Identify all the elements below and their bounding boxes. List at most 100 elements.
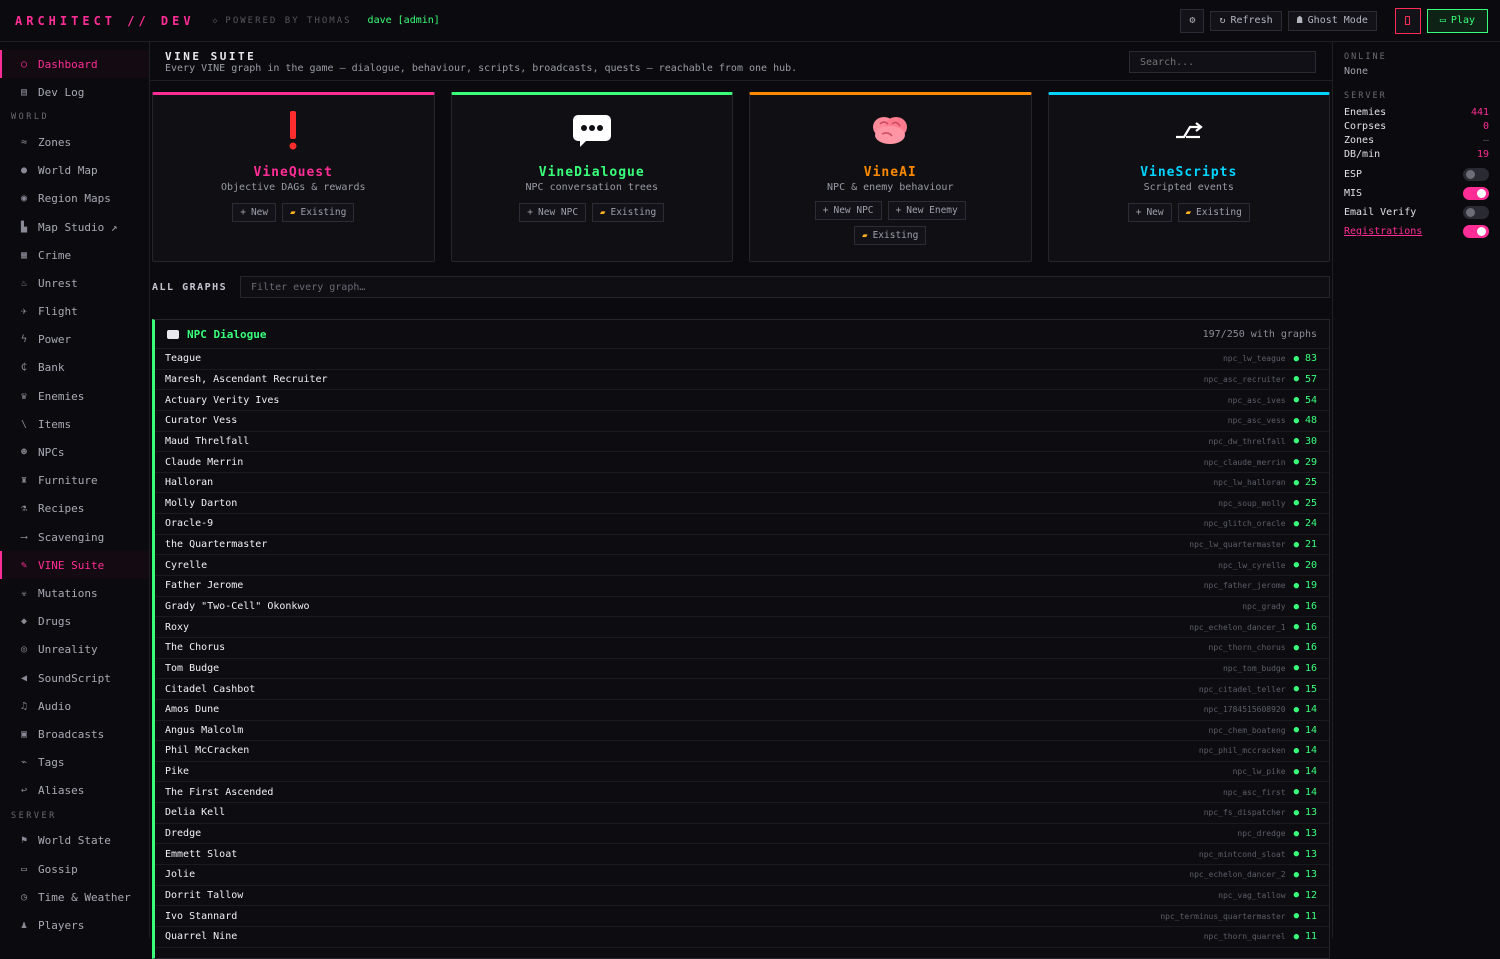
stop-button[interactable] (1394, 7, 1421, 34)
sidebar-item-recipes[interactable]: ⚗ Recipes (0, 495, 149, 523)
sidebar-item-enemies[interactable]: ♛ Enemies (0, 382, 149, 410)
stat-value: 19 (1476, 148, 1489, 160)
table-row[interactable]: Grady "Two-Cell" Okonkwo npc_grady ● 16 (155, 597, 1329, 618)
sidebar-item-map-studio[interactable]: ▙ Map Studio ↗ (0, 213, 149, 241)
panel-count: 197/250 with graphs (1202, 328, 1317, 340)
table-row[interactable]: Teague npc_lw_teague ● 83 (155, 349, 1329, 370)
table-row[interactable]: the Quartermaster npc_lw_quartermaster ● 21 (155, 535, 1329, 556)
sidebar-item-unrest[interactable]: ♨ Unrest (0, 269, 149, 297)
graph-count: 14 (1305, 766, 1318, 778)
table-row[interactable]: Amos Dune npc_1784515608920 ● 14 (155, 700, 1329, 721)
sidebar-item-npcs[interactable]: ☻ NPCs (0, 438, 149, 466)
table-row[interactable]: Delia Kell npc_fs_dispatcher ● 13 (155, 803, 1329, 824)
sidebar-item-time-weather[interactable]: ◷ Time & Weather (0, 883, 149, 911)
table-row[interactable]: Quarrel Nine npc_thorn_quarrel ● 11 (155, 927, 1329, 948)
table-row[interactable]: Maresh, Ascendant Recruiter npc_asc_recru… (155, 370, 1329, 391)
card-vinescripts[interactable]: VineScripts Scripted events + New ▰ Existi… (1047, 92, 1330, 262)
toggle-switch[interactable] (1463, 187, 1489, 200)
play-button[interactable]: ▭ Play (1426, 8, 1488, 33)
table-row[interactable]: Ivo Stannard npc_terminus_quartermaster ● 1… (155, 906, 1329, 927)
sidebar-item-scavenging[interactable]: ⟶ Scavenging (0, 523, 149, 551)
table-row[interactable]: Father Jerome npc_father_jerome ● 19 (155, 576, 1329, 597)
table-row[interactable]: Roxy npc_echelon_dancer_1 ● 16 (155, 617, 1329, 638)
existing-quest-button[interactable]: ▰ Existing (282, 203, 355, 222)
table-row[interactable]: Emmett Sloat npc_mintcond_sloat ● 13 (155, 844, 1329, 866)
sidebar-item-broadcasts[interactable]: ▣ Broadcasts (0, 720, 149, 748)
all-graphs-bar: ALL GRAPHS Filter every graph… (152, 276, 1330, 298)
sidebar-item-drugs[interactable]: ◆ Drugs (0, 608, 149, 636)
new-npc-ai-button[interactable]: + New NPC (814, 201, 882, 220)
table-row[interactable]: Angus Malcolm npc_chem_boateng ● 14 (155, 721, 1329, 742)
sidebar-item-world-map[interactable]: ● World Map (0, 157, 149, 185)
table-row[interactable]: The First Ascended npc_asc_first ● 14 (155, 782, 1329, 804)
sidebar-item-mutations[interactable]: ☣ Mutations (0, 579, 149, 607)
sidebar-item-power[interactable]: ϟ Power (0, 326, 149, 354)
status-panel: ONLINE None SERVER Enemies 441 Corpses 0 Zon… (1332, 42, 1500, 938)
card-vinedialogue[interactable]: VineDialogue NPC conversation trees + New… (450, 92, 733, 262)
sidebar-item-world-state[interactable]: ⚑ World State (0, 827, 149, 855)
table-row[interactable]: Actuary Verity Ives npc_asc_ives ● 54 (155, 390, 1329, 411)
button-label: New (250, 207, 269, 218)
table-row[interactable]: Pike npc_lw_pike ● 14 (155, 762, 1329, 783)
table-row[interactable]: Dorrit Tallow npc_vag_tallow ● 12 (155, 886, 1329, 907)
search-input[interactable] (1129, 51, 1316, 73)
toggle-switch[interactable] (1463, 225, 1489, 238)
brain-icon (870, 101, 910, 161)
status-dot-icon: ● (1293, 828, 1299, 839)
sidebar-item-bank[interactable]: ₵ Bank (0, 354, 149, 382)
card-vineai[interactable]: VineAI NPC & enemy behaviour + New NPC + N… (749, 92, 1032, 262)
server-title: SERVER (1344, 91, 1387, 101)
existing-ai-button[interactable]: ▰ Existing (854, 226, 927, 245)
table-row[interactable]: Citadel Cashbot npc_citadel_teller ● 15 (155, 679, 1329, 700)
sidebar-item-players[interactable]: ♟ Players (0, 911, 149, 939)
toggle-row: ESP (1344, 165, 1489, 184)
ghost-mode-button[interactable]: ☗ Ghost Mode (1287, 10, 1377, 31)
button-label: New NPC (538, 207, 579, 218)
new-enemy-ai-button[interactable]: + New Enemy (887, 201, 966, 220)
sidebar-item-dev-log[interactable]: ▤ Dev Log (0, 78, 149, 106)
sidebar-item-dashboard[interactable]: ○ Dashboard (0, 50, 149, 79)
npc-name: Father Jerome (165, 580, 244, 592)
table-row[interactable]: Claude Merrin npc_claude_merrin ● 29 (155, 452, 1329, 473)
table-row[interactable]: Phil McCracken npc_phil_mccracken ● 14 (155, 741, 1329, 762)
sidebar-item-unreality[interactable]: ◎ Unreality (0, 636, 149, 664)
sidebar-item-tags[interactable]: ⌁ Tags (0, 749, 149, 777)
new-npc-dialogue-button[interactable]: + New NPC (519, 203, 587, 222)
sidebar-item-aliases[interactable]: ↩ Aliases (0, 777, 149, 805)
sidebar-item-items[interactable]: \ Items (0, 410, 149, 438)
table-row[interactable]: Dredge npc_dredge ● 13 (155, 824, 1329, 845)
new-script-button[interactable]: + New (1127, 203, 1172, 222)
sidebar-item-zones[interactable]: ≈ Zones (0, 128, 149, 156)
sidebar-item-flight[interactable]: ✈ Flight (0, 298, 149, 326)
npc-id: npc_vag_tallow (1218, 890, 1286, 900)
toggle-switch[interactable] (1463, 206, 1489, 219)
card-vinequest[interactable]: VineQuest Objective DAGs & rewards + New … (152, 92, 435, 262)
refresh-button[interactable]: ↻ Refresh (1210, 10, 1282, 31)
table-row[interactable]: Jolie npc_echelon_dancer_2 ● 13 (155, 865, 1329, 886)
table-row[interactable]: The Chorus npc_thorn_chorus ● 16 (155, 638, 1329, 659)
toggle-switch[interactable] (1463, 168, 1489, 181)
table-row[interactable]: Oracle-9 npc_glitch_oracle ● 24 (155, 514, 1329, 535)
table-row[interactable]: Halloran npc_lw_halloran ● 25 (155, 473, 1329, 494)
existing-script-button[interactable]: ▰ Existing (1177, 203, 1250, 222)
panel-header[interactable]: NPC Dialogue 197/250 with graphs (155, 320, 1329, 349)
existing-dialogue-button[interactable]: ▰ Existing (592, 203, 665, 222)
filter-graphs-input[interactable]: Filter every graph… (240, 276, 1330, 298)
sidebar-item-audio[interactable]: ♫ Audio (0, 692, 149, 720)
table-row[interactable]: Maud Threlfall npc_dw_threlfall ● 30 (155, 432, 1329, 453)
sidebar-item-gossip[interactable]: ▭ Gossip (0, 855, 149, 883)
table-row[interactable]: Tom Budge npc_tom_budge ● 16 (155, 659, 1329, 680)
sidebar-item-vine-suite[interactable]: ✎ VINE Suite (0, 551, 149, 580)
new-quest-button[interactable]: + New (232, 203, 277, 222)
sidebar-item-furniture[interactable]: ♜ Furniture (0, 467, 149, 495)
status-dot-icon: ● (1293, 911, 1299, 922)
header-divider (150, 80, 1332, 81)
sidebar-item-crime[interactable]: ▦ Crime (0, 241, 149, 269)
status-dot-icon: ● (1293, 436, 1299, 447)
sidebar-item-soundscript[interactable]: ◀ SoundScript (0, 664, 149, 692)
table-row[interactable]: Cyrelle npc_lw_cyrelle ● 20 (155, 555, 1329, 577)
table-row[interactable]: Molly Darton npc_soup_molly ● 25 (155, 493, 1329, 515)
settings-button[interactable]: ⚙ (1180, 8, 1205, 33)
table-row[interactable]: Curator Vess npc_asc_vess ● 48 (155, 411, 1329, 432)
sidebar-item-region-maps[interactable]: ◉ Region Maps (0, 185, 149, 213)
